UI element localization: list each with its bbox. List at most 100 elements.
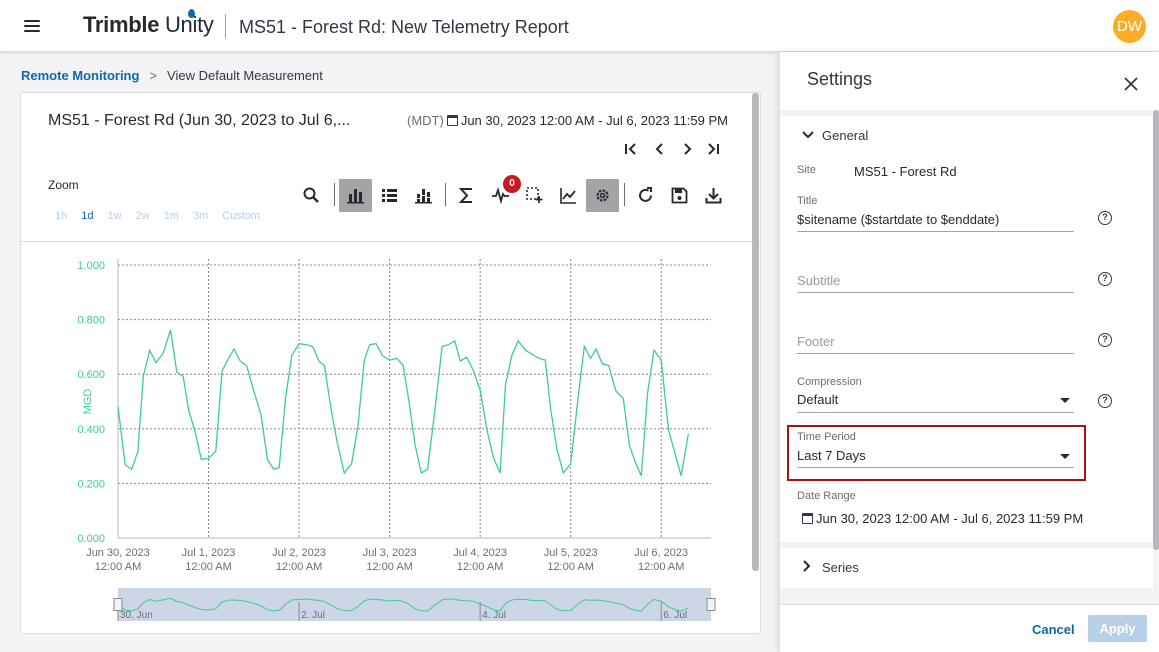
save-icon[interactable] <box>663 179 696 212</box>
line-chart-icon[interactable] <box>552 179 585 212</box>
x-tick-time: 12:00 AM <box>547 561 593 573</box>
x-tick-time: 12:00 AM <box>95 561 141 573</box>
time-period-select[interactable]: Last 7 Days <box>797 448 866 463</box>
page-title: MS51 - Forest Rd: New Telemetry Report <box>239 17 569 37</box>
x-tick-time: 12:00 AM <box>638 561 684 573</box>
title-label: Title <box>797 195 818 207</box>
date-range-label: Date Range <box>797 490 856 502</box>
chevron-down-icon[interactable] <box>1060 454 1070 459</box>
telemetry-chart[interactable]: 0.000 0.200 0.400 0.600 0.800 1.000 Jun 30, 20… <box>21 243 760 633</box>
date-range-value: Jun 30, 2023 12:00 AM - Jul 6, 2023 11:5… <box>797 511 1083 526</box>
brand-dot-icon <box>188 9 195 18</box>
zoom-option-1d[interactable]: 1d <box>81 210 93 222</box>
zoom-options: 1h 1d 1w 2w 1m 3m Custom <box>55 210 274 222</box>
y-tick-label: 0.600 <box>77 369 105 381</box>
top-bar: Trimble Unity MS51 - Forest Rd: New Tele… <box>0 0 1159 52</box>
time-period-underline <box>797 467 1074 468</box>
series-section-label: Series <box>822 560 859 575</box>
next-page-button[interactable] <box>680 141 694 161</box>
toolbar-divider <box>445 183 446 206</box>
bar-chart-icon[interactable] <box>339 179 372 212</box>
y-tick-label: 1.000 <box>77 260 105 272</box>
chevron-down-icon <box>802 128 822 143</box>
calendar-icon <box>802 513 813 524</box>
x-tick-time: 12:00 AM <box>457 561 503 573</box>
sum-icon[interactable] <box>450 179 483 212</box>
refresh-icon[interactable] <box>629 179 662 212</box>
footer-input[interactable] <box>797 331 1074 351</box>
card-scrollbar[interactable] <box>752 93 759 571</box>
add-region-icon[interactable] <box>518 179 551 212</box>
subtitle-input[interactable] <box>797 270 1074 290</box>
gear-icon[interactable] <box>586 179 619 212</box>
series-section: Series <box>780 548 1153 588</box>
chart-card: MS51 - Forest Rd (Jun 30, 2023 to Jul 6,… <box>20 92 761 634</box>
zoom-option-3m[interactable]: 3m <box>193 210 208 222</box>
navigator-handle[interactable] <box>113 598 123 611</box>
settings-scrollbar[interactable] <box>1153 110 1159 550</box>
settings-body: General Site MS51 - Forest Rd Title ? ? … <box>780 110 1159 604</box>
help-icon[interactable]: ? <box>1098 211 1112 225</box>
x-tick-date: Jul 1, 2023 <box>182 547 236 559</box>
zoom-option-custom[interactable]: Custom <box>222 210 260 222</box>
chart-series-line <box>117 329 690 477</box>
title-underline <box>797 231 1074 232</box>
help-icon[interactable]: ? <box>1098 272 1112 286</box>
footer-underline <box>797 353 1074 354</box>
navigator-label: 30. Jun <box>120 610 153 621</box>
zoom-label: Zoom <box>48 178 79 192</box>
chevron-down-icon[interactable] <box>1060 398 1070 403</box>
download-icon[interactable] <box>697 179 730 212</box>
x-tick-date: Jun 30, 2023 <box>86 547 150 559</box>
settings-title: Settings <box>807 69 873 89</box>
chart-navigator[interactable]: 30. Jun 2. Jul 4. Jul 6. Jul <box>113 588 716 621</box>
avatar[interactable]: DW <box>1113 10 1146 43</box>
first-page-button[interactable] <box>624 141 638 161</box>
compression-select[interactable]: Default <box>797 392 838 407</box>
last-page-button[interactable] <box>706 141 720 161</box>
chart-date-range: (MDT) Jun 30, 2023 12:00 AM - Jul 6, 2023… <box>407 113 728 128</box>
navigator-label: 2. Jul <box>301 610 325 621</box>
subtitle-underline <box>797 292 1074 293</box>
x-tick-date: Jul 6, 2023 <box>634 547 688 559</box>
settings-footer: Cancel Apply <box>780 604 1159 652</box>
toolbar-divider <box>334 183 335 206</box>
time-period-label: Time Period <box>797 431 856 443</box>
zoom-option-2w[interactable]: 2w <box>136 210 150 222</box>
apply-button[interactable]: Apply <box>1088 615 1147 642</box>
breadcrumb: Remote Monitoring > View Default Measureme… <box>21 68 323 83</box>
zoom-option-1h[interactable]: 1h <box>55 210 67 222</box>
general-section-label: General <box>822 128 869 143</box>
timezone-label: (MDT) <box>407 113 444 128</box>
x-tick-time: 12:00 AM <box>185 561 231 573</box>
range-text: Jun 30, 2023 12:00 AM - Jul 6, 2023 11:5… <box>460 113 728 128</box>
y-tick-label: 0.800 <box>77 315 105 327</box>
compression-underline <box>797 412 1074 413</box>
help-icon[interactable]: ? <box>1098 394 1112 408</box>
cancel-button[interactable]: Cancel <box>1032 622 1075 637</box>
close-icon[interactable] <box>1121 74 1141 94</box>
date-range-text: Jun 30, 2023 12:00 AM - Jul 6, 2023 11:5… <box>816 511 1084 526</box>
zoom-option-1m[interactable]: 1m <box>164 210 179 222</box>
y-tick-label: 0.200 <box>77 478 105 490</box>
list-icon[interactable] <box>373 179 406 212</box>
toolbar-divider <box>624 183 625 206</box>
menu-icon[interactable] <box>22 17 44 35</box>
card-divider <box>21 241 760 242</box>
series-section-toggle[interactable]: Series <box>802 560 859 575</box>
search-icon[interactable] <box>295 179 328 212</box>
general-section-toggle[interactable]: General <box>802 128 868 143</box>
navigator-label: 6. Jul <box>663 610 687 621</box>
x-tick-time: 12:00 AM <box>276 561 322 573</box>
prev-page-button[interactable] <box>653 141 667 161</box>
zoom-option-1w[interactable]: 1w <box>108 210 122 222</box>
help-icon[interactable]: ? <box>1098 333 1112 347</box>
x-tick-time: 12:00 AM <box>366 561 412 573</box>
breadcrumb-link-remote-monitoring[interactable]: Remote Monitoring <box>21 68 139 83</box>
navigator-handle[interactable] <box>706 598 716 611</box>
stacked-bar-icon[interactable] <box>407 179 440 212</box>
y-tick-label: 0.400 <box>77 424 105 436</box>
header-divider <box>225 14 226 38</box>
title-input[interactable] <box>797 209 1074 229</box>
navigator-label: 4. Jul <box>482 610 506 621</box>
